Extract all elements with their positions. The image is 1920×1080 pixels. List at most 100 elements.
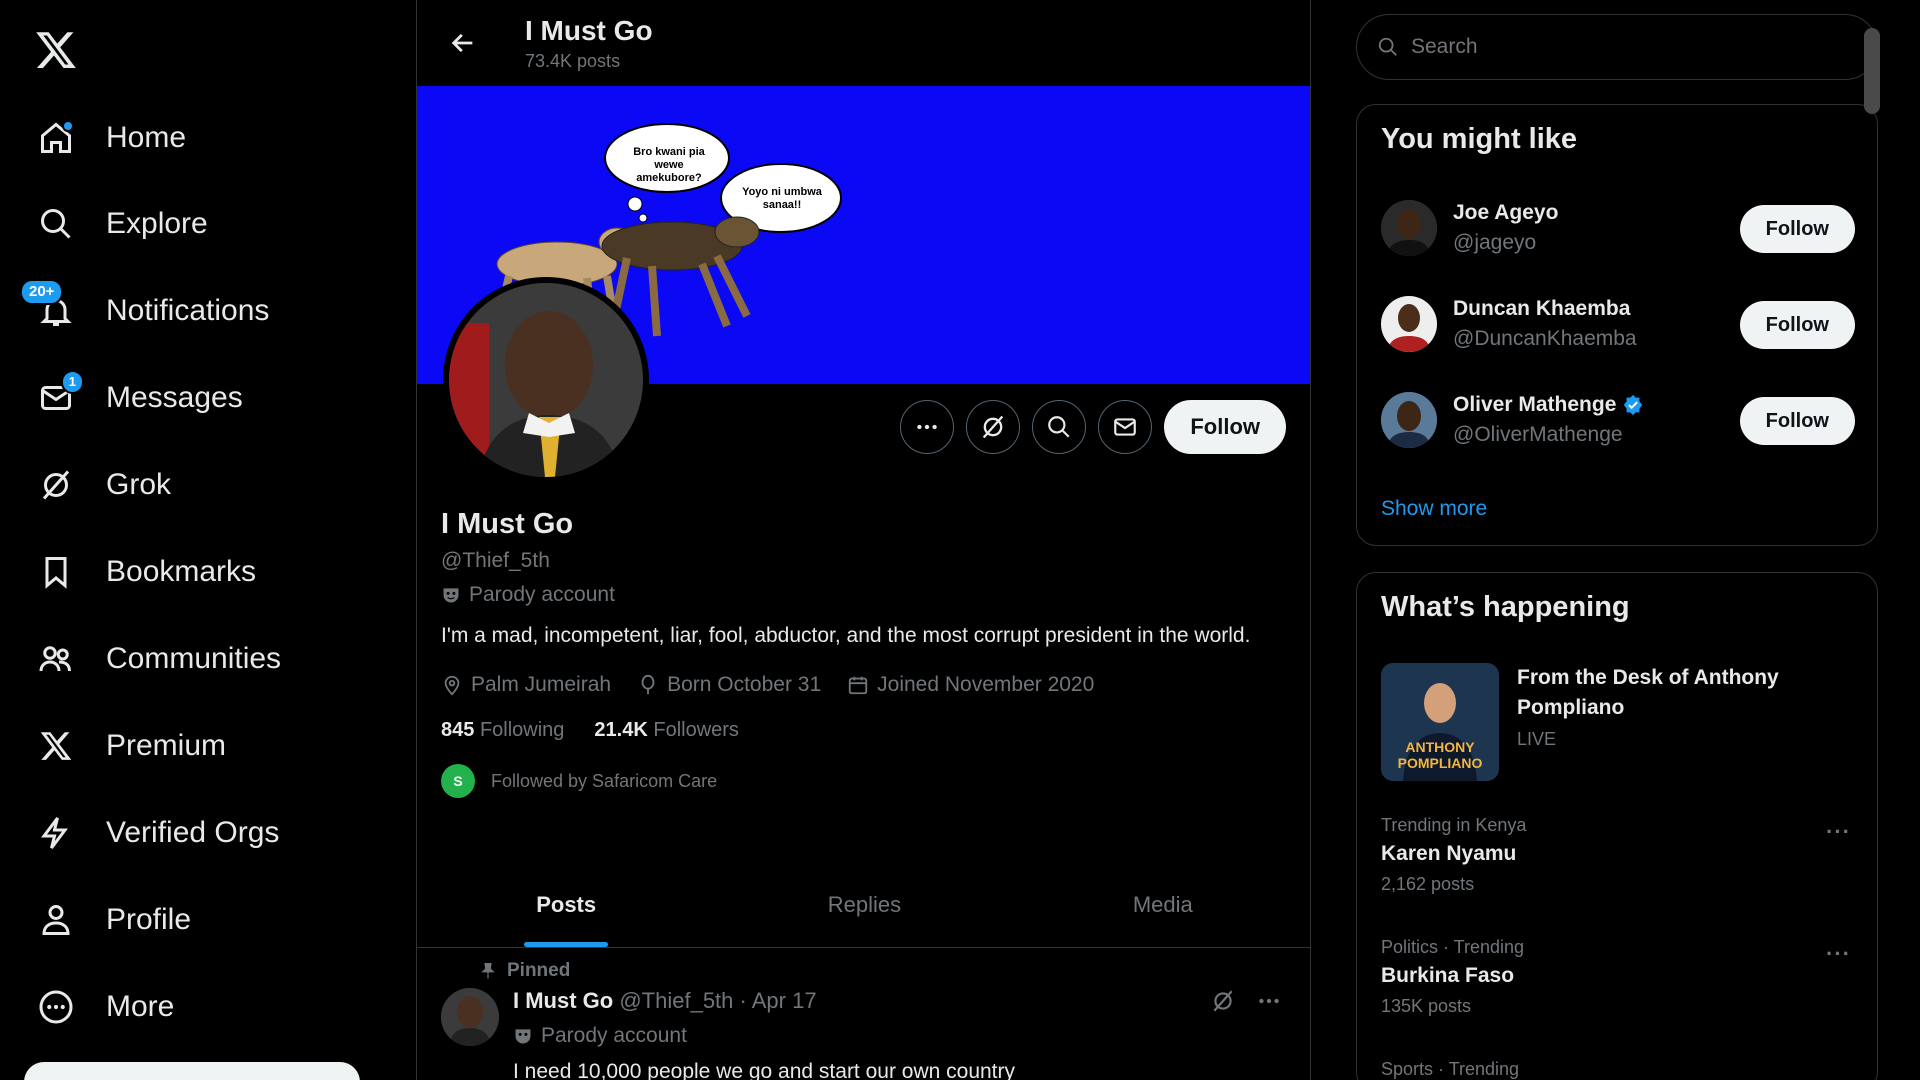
location-pin-icon — [444, 675, 460, 696]
nav-grok[interactable]: Grok — [24, 449, 183, 521]
x-logo-icon[interactable] — [28, 22, 84, 78]
nav-bookmarks-label: Bookmarks — [106, 555, 257, 588]
page-scrollbar[interactable] — [1864, 28, 1880, 114]
nav-premium[interactable]: Premium — [24, 710, 238, 782]
whats-happening-card: What’s happening ANTHONY POMPLIANO From … — [1356, 572, 1878, 1080]
follow-button[interactable]: Follow — [1164, 400, 1286, 454]
post-button[interactable] — [24, 1062, 360, 1080]
nav-home[interactable]: Home — [24, 102, 198, 174]
profile-meta: Palm Jumeirah Born October 31 Joined Nov… — [441, 673, 1291, 697]
followers-link[interactable]: 21.4K Followers — [594, 719, 739, 742]
pinned-post[interactable]: Pinned I Must Go @Thief_5th · Apr 17 Par… — [417, 948, 1310, 1080]
tab-media[interactable]: Media — [1014, 862, 1310, 947]
search-input[interactable]: Search — [1356, 14, 1878, 80]
profile-header-bar: I Must Go 73.4K posts — [417, 0, 1310, 86]
profile-handle: @Thief_5th — [441, 549, 550, 572]
birthday-text: Born October 31 — [667, 673, 822, 696]
nav-home-label: Home — [106, 121, 187, 154]
profile-name: I Must Go — [441, 508, 574, 540]
followers-label: Followers — [653, 719, 739, 741]
follow-button[interactable]: Follow — [1739, 301, 1855, 349]
follow-button[interactable]: Follow — [1739, 397, 1855, 445]
people-icon — [36, 639, 76, 679]
x-logo-icon — [36, 726, 76, 766]
banner-bubble-text-2: Yoyo ni umbwa sanaa!! — [742, 186, 822, 211]
trend-item[interactable]: Sports · Trending — [1381, 1059, 1855, 1080]
suggestion-handle: @DuncanKhaemba — [1453, 327, 1637, 350]
suggestion-item[interactable]: Duncan Khaemba @DuncanKhaemba Follow — [1381, 289, 1855, 359]
nav-notifications[interactable]: 20+ Notifications — [20, 275, 281, 347]
follow-button[interactable]: Follow — [1739, 205, 1855, 253]
trend-meta: Sports · Trending — [1381, 1059, 1520, 1079]
back-arrow-icon[interactable] — [441, 21, 485, 65]
left-navigation: Home Explore 20+ Notifications 1 Message… — [0, 0, 415, 1080]
show-more-link[interactable]: Show more — [1381, 497, 1487, 521]
search-icon — [36, 204, 76, 244]
suggestion-name-row: Oliver Mathenge — [1453, 393, 1644, 417]
who-to-follow-card: You might like Joe Ageyo @jageyo Follow … — [1356, 104, 1878, 546]
trend-meta: Trending in Kenya — [1381, 815, 1527, 835]
safaricom-avatar: S — [441, 764, 475, 798]
tab-replies[interactable]: Replies — [715, 862, 1013, 947]
avatar — [1381, 200, 1437, 256]
post-body: I Must Go @Thief_5th · Apr 17 Parody acc… — [513, 988, 1015, 1080]
nav-explore[interactable]: Explore — [24, 188, 220, 260]
right-sidebar: Search You might like Joe Ageyo @jageyo … — [1340, 0, 1880, 1080]
trend-item[interactable]: Politics · Trending Burkina Faso 135K po… — [1381, 937, 1855, 1017]
profile-avatar[interactable] — [443, 277, 649, 483]
tab-posts[interactable]: Posts — [417, 862, 715, 947]
header-profile-name: I Must Go — [525, 14, 653, 46]
following-link[interactable]: 845 Following — [441, 719, 564, 742]
join-date: Joined November 2020 — [847, 673, 1094, 697]
live-event-title: From the Desk of Anthony Pompliano — [1517, 666, 1779, 719]
pin-icon — [481, 962, 495, 979]
pinned-text: Pinned — [507, 960, 571, 981]
trend-more-button[interactable]: ··· — [1826, 941, 1851, 967]
trend-item[interactable]: Trending in Kenya Karen Nyamu 2,162 post… — [1381, 815, 1855, 895]
nav-profile[interactable]: Profile — [24, 884, 203, 956]
banner-bubble-text-1: Bro kwani pia wewe amekubore? — [633, 146, 705, 184]
message-button[interactable] — [1098, 400, 1153, 454]
profile-actions: Follow — [900, 400, 1286, 454]
birthday: Born October 31 — [637, 673, 821, 697]
messages-badge: 1 — [60, 370, 84, 394]
suggestion-item[interactable]: Oliver Mathenge @OliverMathenge Follow — [1381, 385, 1855, 455]
more-dots-icon[interactable] — [1256, 988, 1282, 1014]
envelope-icon — [1114, 418, 1137, 436]
nav-bookmarks[interactable]: Bookmarks — [24, 536, 268, 608]
followed-by[interactable]: S Followed by Safaricom Care — [441, 764, 1291, 798]
grok-button[interactable] — [966, 400, 1021, 454]
nav-notifications-label: Notifications — [106, 294, 270, 327]
avatar — [1381, 392, 1437, 448]
trend-count: 135K posts — [1381, 996, 1472, 1016]
location: Palm Jumeirah — [441, 673, 611, 697]
parody-label: Parody account — [441, 583, 1291, 607]
live-event-item[interactable]: ANTHONY POMPLIANO From the Desk of Antho… — [1381, 663, 1817, 781]
whats-happening-title: What’s happening — [1381, 591, 1630, 623]
nav-verified-orgs[interactable]: Verified Orgs — [24, 797, 291, 869]
post-avatar[interactable] — [441, 988, 499, 1046]
more-options-button[interactable] — [900, 400, 955, 454]
live-event-status: LIVE — [1517, 729, 1557, 749]
suggestion-item[interactable]: Joe Ageyo @jageyo Follow — [1381, 193, 1855, 263]
trend-meta: Politics · Trending — [1381, 937, 1525, 957]
search-profile-button[interactable] — [1032, 400, 1087, 454]
nav-more[interactable]: More — [24, 971, 186, 1043]
nav-communities[interactable]: Communities — [24, 623, 293, 695]
trend-more-button[interactable]: ··· — [1826, 819, 1851, 845]
pinned-label: Pinned — [479, 960, 1288, 982]
balloon-icon — [641, 674, 655, 695]
post-actions — [1210, 988, 1282, 1014]
nav-verified-orgs-label: Verified Orgs — [106, 816, 280, 849]
search-icon — [1048, 416, 1070, 438]
post-author-name[interactable]: I Must Go — [513, 988, 613, 1013]
nav-messages[interactable]: 1 Messages — [24, 362, 255, 434]
followed-by-text: Followed by Safaricom Care — [491, 770, 718, 791]
grok-icon[interactable] — [1210, 988, 1236, 1014]
post-row: I Must Go @Thief_5th · Apr 17 Parody acc… — [441, 988, 1288, 1080]
lightning-icon — [36, 813, 76, 853]
home-unread-dot — [62, 120, 74, 132]
mask-icon — [515, 1029, 531, 1044]
trend-count: 2,162 posts — [1381, 874, 1475, 894]
post-text: I need 10,000 people we go and start our… — [513, 1060, 1016, 1080]
